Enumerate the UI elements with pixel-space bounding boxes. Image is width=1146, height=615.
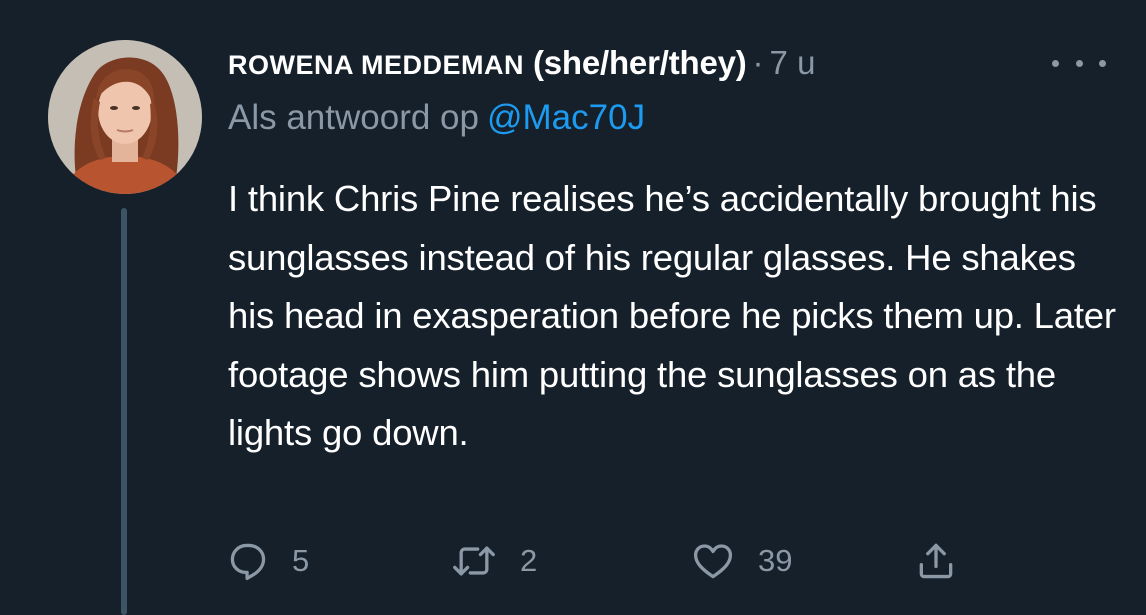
reply-context: Als antwoord op @Mac70J [228, 98, 645, 138]
more-dot [1052, 59, 1059, 67]
reply-button[interactable]: 5 [226, 536, 309, 586]
speech-bubble-icon [226, 539, 270, 583]
reply-prefix: Als antwoord op [228, 98, 479, 137]
timestamp[interactable]: 7 u [770, 44, 816, 82]
action-bar: 5 2 39 [226, 536, 986, 586]
separator-dot: · [752, 44, 764, 81]
author-pronouns: (she/her/they) [523, 44, 747, 81]
share-button[interactable] [914, 536, 958, 586]
tweet-text: I think Chris Pine realises he’s acciden… [228, 178, 1116, 453]
author-name-caps: ROWENA MEDDEMAN [228, 50, 524, 80]
like-button[interactable]: 39 [690, 536, 792, 586]
avatar[interactable] [48, 40, 202, 194]
avatar-image [48, 40, 202, 194]
more-dot [1099, 59, 1106, 67]
retweet-count: 2 [520, 543, 538, 578]
reply-mention-link[interactable]: @Mac70J [487, 98, 645, 137]
heart-icon [690, 539, 736, 583]
more-dot [1075, 59, 1083, 67]
retweet-arrows-icon [450, 539, 498, 583]
retweet-button[interactable]: 2 [450, 536, 537, 586]
thread-line [121, 208, 127, 615]
author-name[interactable]: ROWENA MEDDEMAN (she/her/they) [228, 44, 747, 82]
share-upload-icon [914, 539, 958, 583]
more-icon[interactable] [1052, 48, 1106, 78]
reply-count: 5 [292, 543, 310, 578]
like-count: 39 [758, 543, 793, 578]
tweet-card[interactable]: ROWENA MEDDEMAN (she/her/they) · 7 u Als… [0, 0, 1146, 615]
tweet-header: ROWENA MEDDEMAN (she/her/they) · 7 u [228, 38, 1106, 88]
